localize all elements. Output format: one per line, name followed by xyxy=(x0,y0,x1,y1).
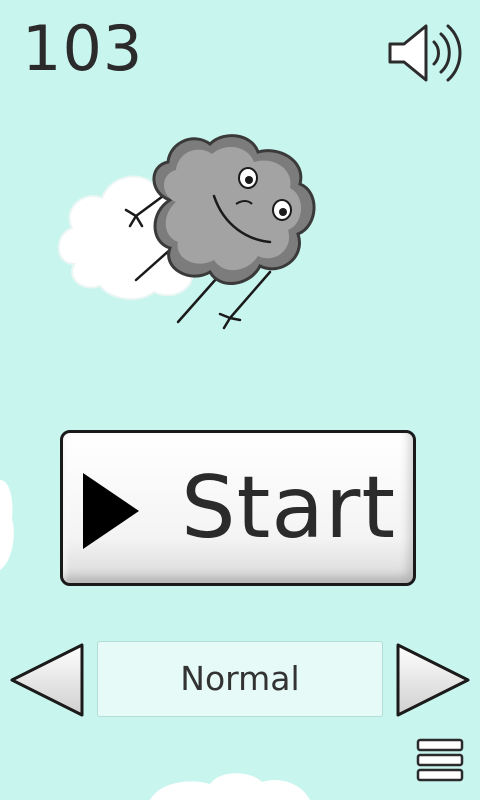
next-mode-button[interactable] xyxy=(394,642,472,718)
right-arrow-icon xyxy=(396,643,470,717)
grey-cloud-character xyxy=(120,130,330,330)
previous-mode-button[interactable] xyxy=(8,642,86,718)
start-button[interactable]: Start xyxy=(60,430,416,586)
sound-toggle-button[interactable] xyxy=(386,20,466,86)
cloud-character-illustration xyxy=(124,134,316,330)
menu-button[interactable] xyxy=(416,738,464,782)
start-button-label: Start xyxy=(181,458,397,558)
play-triangle-icon xyxy=(83,473,139,549)
hamburger-menu-icon xyxy=(416,738,464,782)
speaker-volume-icon xyxy=(388,24,462,82)
background-cloud-bottom xyxy=(150,773,310,800)
score-counter: 103 xyxy=(22,12,144,85)
difficulty-label: Normal xyxy=(180,659,300,698)
difficulty-display: Normal xyxy=(97,641,383,717)
left-arrow-icon xyxy=(10,643,84,717)
background-cloud-left xyxy=(0,480,14,570)
